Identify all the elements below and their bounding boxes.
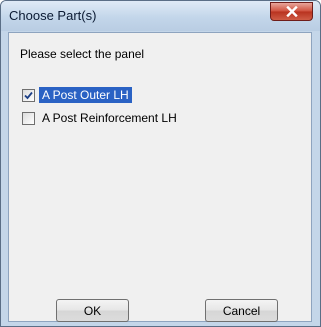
window-title: Choose Part(s) [9,8,97,23]
option-checkbox[interactable] [22,88,35,102]
dialog-window: Choose Part(s) Please select the panel A… [0,0,321,327]
close-button[interactable] [270,2,313,21]
dialog-body: Please select the panel A Post Outer LH … [8,32,312,322]
option-a-post-reinforcement-lh[interactable]: A Post Reinforcement LH [22,109,180,127]
ok-button[interactable]: OK [56,299,129,322]
close-icon [285,6,298,17]
title-bar[interactable]: Choose Part(s) [1,1,320,31]
cancel-button[interactable]: Cancel [205,299,278,322]
prompt-label: Please select the panel [20,47,145,61]
option-checkbox[interactable] [22,111,35,125]
option-a-post-outer-lh[interactable]: A Post Outer LH [22,86,132,104]
option-label: A Post Outer LH [39,87,132,103]
checkmark-icon [24,91,33,99]
option-label: A Post Reinforcement LH [42,111,177,125]
